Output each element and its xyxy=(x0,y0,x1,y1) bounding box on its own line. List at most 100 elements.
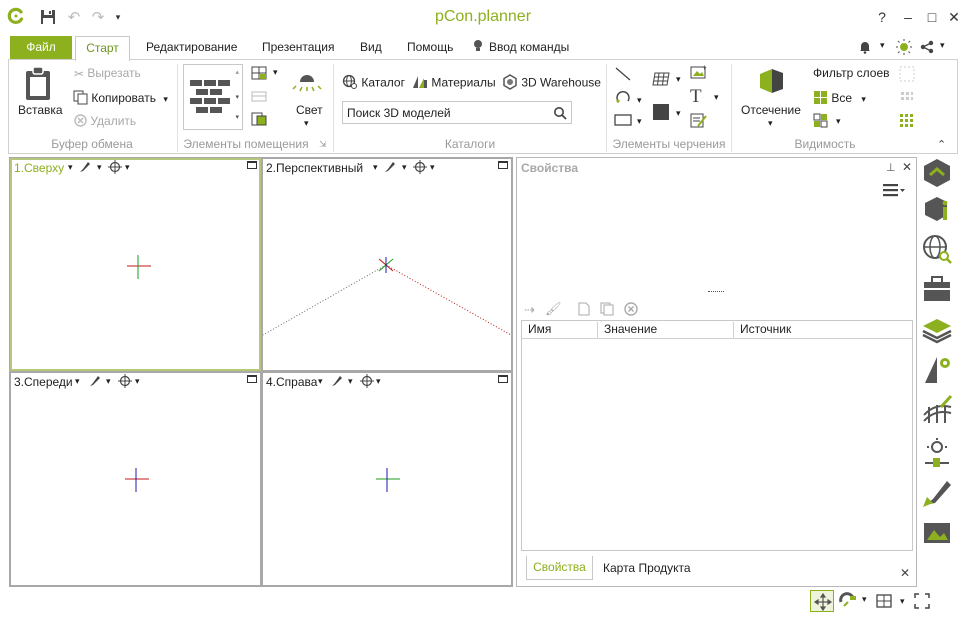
viewport-front-title[interactable]: 3.Спереди xyxy=(14,375,73,389)
viewport-right-title[interactable]: 4.Справа xyxy=(266,375,317,389)
column-value[interactable]: Значение xyxy=(598,322,734,338)
room-tool-dropdown-icon[interactable]: ▾ xyxy=(273,67,278,78)
fill-color-icon[interactable] xyxy=(652,103,670,124)
fill-color-dropdown-icon[interactable]: ▾ xyxy=(676,108,681,119)
show-all-icon[interactable] xyxy=(899,90,915,109)
layer-all-dropdown[interactable]: Все ▾ xyxy=(813,90,866,108)
fullscreen-icon[interactable] xyxy=(914,593,930,612)
viewport-right-maximize-icon[interactable] xyxy=(498,375,508,383)
panel-close-icon[interactable]: ✕ xyxy=(902,160,912,174)
viewport-front-dropdown-icon[interactable]: ▾ xyxy=(75,376,80,387)
layout-dropdown-icon[interactable]: ▾ xyxy=(900,596,905,607)
wall-gallery[interactable]: ▴ ▾ ▾ xyxy=(183,64,243,130)
rectangle-dropdown-icon[interactable]: ▾ xyxy=(637,116,642,127)
collapse-ribbon-icon[interactable]: ⌃ xyxy=(937,138,946,151)
materials-button[interactable]: Материалы xyxy=(412,74,496,93)
clipping-icon[interactable] xyxy=(756,66,786,99)
viewport-top-render-dropdown-icon[interactable]: ▾ xyxy=(97,162,102,173)
column-name[interactable]: Имя xyxy=(522,322,598,338)
clipping-button[interactable]: Отсечение xyxy=(741,103,801,117)
properties-table[interactable] xyxy=(521,320,913,551)
viewport-perspective-render-icon[interactable] xyxy=(383,160,397,177)
pin-icon[interactable]: ⊥ xyxy=(886,161,896,174)
viewport-front-maximize-icon[interactable] xyxy=(247,375,257,383)
viewport-right-render-icon[interactable] xyxy=(330,374,344,391)
paste-button[interactable]: Вставка xyxy=(18,103,63,117)
tab-help[interactable]: Помощь xyxy=(395,36,465,60)
tab-properties[interactable]: Свойства xyxy=(526,556,593,580)
warehouse-button[interactable]: 3D Warehouse xyxy=(502,74,601,93)
viewport-right-dropdown-icon[interactable]: ▾ xyxy=(318,376,323,387)
delete-button[interactable]: Удалить xyxy=(74,114,136,130)
viewport-right-camera-icon[interactable] xyxy=(360,374,374,391)
viewport-front-camera-icon[interactable] xyxy=(118,374,132,391)
right-tool-surface-edit-icon[interactable] xyxy=(921,393,957,427)
search-3d-models-input[interactable]: Поиск 3D моделей xyxy=(342,101,572,124)
right-tool-web-search-icon[interactable] xyxy=(921,233,957,267)
new-doc-icon[interactable] xyxy=(578,302,590,319)
viewport-perspective-camera-icon[interactable] xyxy=(413,160,427,177)
command-input-tab[interactable]: Ввод команды xyxy=(477,36,581,60)
right-tool-info-icon[interactable] xyxy=(921,193,957,227)
select-all-icon[interactable] xyxy=(899,113,915,132)
right-tool-render-icon[interactable] xyxy=(921,477,957,511)
viewport-perspective-maximize-icon[interactable] xyxy=(498,161,508,169)
notification-bell-icon[interactable] xyxy=(858,40,872,57)
move-view-button[interactable] xyxy=(810,590,834,612)
image-tool-icon[interactable]: + xyxy=(690,63,708,83)
viewport-perspective[interactable] xyxy=(262,158,512,371)
clear-icon[interactable] xyxy=(624,302,638,319)
text-tool-icon[interactable]: T xyxy=(690,86,702,108)
light-dropdown-icon[interactable]: ▾ xyxy=(304,118,309,129)
room-tool-icon[interactable] xyxy=(251,66,267,83)
share-dropdown-icon[interactable]: ▾ xyxy=(940,40,945,51)
panel-menu-icon[interactable] xyxy=(882,183,906,202)
viewport-top[interactable] xyxy=(10,158,261,371)
right-tool-image-icon[interactable] xyxy=(921,517,957,551)
layer-options-icon[interactable] xyxy=(813,113,828,131)
notification-dropdown-icon[interactable]: ▾ xyxy=(880,40,885,51)
viewport-top-maximize-icon[interactable] xyxy=(247,161,257,169)
opening-tool-icon[interactable] xyxy=(251,112,267,129)
clipping-dropdown-icon[interactable]: ▾ xyxy=(768,118,773,129)
props-tool-1-icon[interactable]: ⇢ xyxy=(524,302,535,318)
tab-file[interactable]: Файл xyxy=(10,36,72,60)
viewport-front-render-icon[interactable] xyxy=(88,374,102,391)
tab-edit[interactable]: Редактирование xyxy=(134,36,249,60)
grid-dropdown-icon[interactable]: ▾ xyxy=(676,74,681,85)
tab-view[interactable]: Вид xyxy=(348,36,394,60)
bottom-tabs-close-icon[interactable]: ✕ xyxy=(900,566,910,580)
viewport-top-camera-icon[interactable] xyxy=(108,160,122,177)
copy-dropdown-icon[interactable]: ▾ xyxy=(163,94,168,104)
arc-tool-icon[interactable] xyxy=(614,89,632,108)
right-tool-layers-icon[interactable] xyxy=(921,313,957,347)
grid-tool-icon[interactable] xyxy=(652,70,670,89)
light-icon[interactable] xyxy=(292,70,322,95)
help-button[interactable]: ? xyxy=(870,6,894,28)
layer-options-dropdown-icon[interactable]: ▾ xyxy=(836,116,841,127)
paste-icon[interactable] xyxy=(24,66,54,105)
light-theme-icon[interactable] xyxy=(895,38,913,59)
viewport-top-render-icon[interactable] xyxy=(78,160,92,177)
catalog-button[interactable]: Каталог xyxy=(342,74,405,93)
viewport-right-camera-dropdown-icon[interactable]: ▾ xyxy=(376,376,381,387)
note-tool-icon[interactable] xyxy=(690,112,708,131)
viewport-front-camera-dropdown-icon[interactable]: ▾ xyxy=(135,376,140,387)
viewport-top-camera-dropdown-icon[interactable]: ▾ xyxy=(125,162,130,173)
copy-doc-icon[interactable] xyxy=(600,302,614,319)
viewport-perspective-title[interactable]: 2.Перспективный xyxy=(266,161,363,175)
snap-magnet-icon[interactable] xyxy=(838,592,858,613)
minimize-button[interactable]: – xyxy=(896,6,920,28)
arc-dropdown-icon[interactable]: ▾ xyxy=(637,95,642,106)
cut-button[interactable]: ✂ Вырезать xyxy=(74,66,141,81)
viewport-top-dropdown-icon[interactable]: ▾ xyxy=(68,162,73,173)
viewport-front-render-dropdown-icon[interactable]: ▾ xyxy=(106,376,111,387)
viewport-perspective-camera-dropdown-icon[interactable]: ▾ xyxy=(430,162,435,173)
room-dialog-launcher-icon[interactable]: ⇲ xyxy=(319,139,327,150)
maximize-button[interactable]: □ xyxy=(920,6,944,28)
viewport-front[interactable] xyxy=(10,372,261,586)
right-tool-material-settings-icon[interactable] xyxy=(921,353,957,387)
light-button[interactable]: Свет xyxy=(296,103,323,117)
floor-tool-icon[interactable] xyxy=(251,89,267,106)
snap-dropdown-icon[interactable]: ▾ xyxy=(862,594,867,605)
